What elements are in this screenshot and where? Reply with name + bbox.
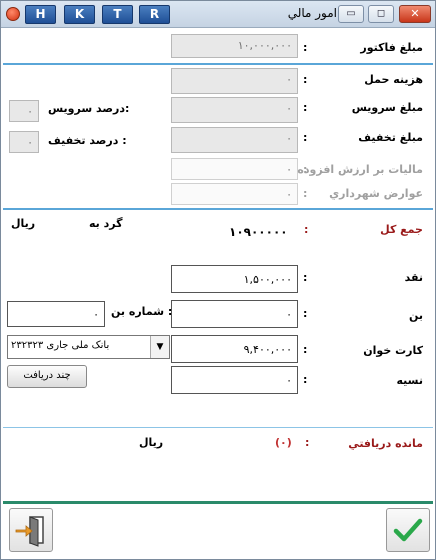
- hotkey-t-button[interactable]: T: [102, 5, 133, 24]
- municipal-fee-label: عوارض شهرداري: [329, 187, 423, 200]
- colon: :: [303, 271, 308, 284]
- hotkey-r-button[interactable]: R: [139, 5, 170, 24]
- exit-button[interactable]: [9, 508, 53, 552]
- maximize-button[interactable]: ◻: [368, 5, 394, 23]
- multi-receive-button[interactable]: چند دريافت: [7, 365, 87, 388]
- remaining-label: مانده دريافتي: [348, 437, 423, 450]
- service-amount-field: ۰: [171, 97, 298, 123]
- hotkey-h-button[interactable]: H: [25, 5, 56, 24]
- colon: :: [303, 41, 308, 54]
- vat-field: ۰: [171, 158, 298, 180]
- colon: :: [303, 73, 308, 86]
- discount-percent-label: درصد تخفيف :: [48, 134, 127, 147]
- colon: :: [305, 436, 310, 449]
- invoice-amount-field: ۱۰,۰۰۰,۰۰۰: [171, 34, 298, 58]
- separator: [3, 501, 433, 504]
- separator: [3, 208, 433, 210]
- voucher-number-label: شماره بن :: [111, 305, 173, 318]
- separator: [3, 63, 433, 65]
- colon: :: [303, 373, 308, 386]
- voucher-number-input[interactable]: ۰: [7, 301, 105, 327]
- service-percent-label: درصد سرويس:: [48, 102, 130, 115]
- voucher-input[interactable]: ۰: [171, 300, 298, 328]
- hotkey-k-button[interactable]: K: [64, 5, 95, 24]
- discount-percent-field: ۰: [9, 131, 39, 153]
- credit-label: نسيه: [396, 374, 424, 387]
- close-button[interactable]: ✕: [399, 5, 431, 23]
- colon: :: [303, 343, 308, 356]
- discount-amount-label: مبلغ تخفيف: [358, 131, 423, 144]
- total-value: ۱۰۹۰۰۰۰۰: [229, 225, 288, 239]
- remaining-value: (۰): [275, 436, 292, 449]
- discount-amount-field: ۰: [171, 127, 298, 153]
- card-reader-input[interactable]: ۹,۴۰۰,۰۰۰: [171, 335, 298, 363]
- total-currency: ريال: [11, 217, 36, 230]
- service-amount-label: مبلغ سرويس: [351, 101, 423, 114]
- colon: :: [304, 223, 309, 236]
- credit-input[interactable]: ۰: [171, 366, 298, 394]
- bank-account-select[interactable]: بانک ملی جاری ۲۳۲۳۲۳ ▼: [7, 335, 170, 359]
- colon: :: [303, 101, 308, 114]
- invoice-amount-label: مبلغ فاکتور: [360, 41, 423, 54]
- minimize-button[interactable]: ▭: [338, 5, 364, 23]
- service-percent-field: ۰: [9, 100, 39, 122]
- voucher-label: بن: [408, 309, 423, 322]
- colon: :: [303, 187, 308, 200]
- card-reader-label: کارت خوان: [363, 344, 423, 357]
- colon: :: [303, 307, 308, 320]
- colon: :: [303, 131, 308, 144]
- app-orb-icon[interactable]: [6, 7, 20, 21]
- cash-input[interactable]: ۱,۵۰۰,۰۰۰: [171, 265, 298, 293]
- confirm-button[interactable]: [386, 508, 430, 552]
- vat-label: ماليات بر ارزش افزوده: [297, 163, 423, 176]
- bank-account-value: بانک ملی جاری ۲۳۲۳۲۳: [11, 340, 110, 351]
- remaining-currency: ريال: [139, 436, 164, 449]
- municipal-fee-field: ۰: [171, 183, 298, 205]
- shipping-cost-field: ۰: [171, 68, 298, 94]
- shipping-cost-label: هزينه حمل: [364, 73, 423, 86]
- chevron-down-icon[interactable]: ▼: [150, 336, 169, 358]
- title-bar: H K T R امور مالي ▭ ◻ ✕: [1, 1, 435, 28]
- total-label: جمع کل: [380, 223, 423, 236]
- cash-label: نقد: [404, 271, 423, 284]
- checkmark-icon: [393, 518, 423, 542]
- window-title: امور مالي: [287, 6, 337, 20]
- finance-window: H K T R امور مالي ▭ ◻ ✕ ۱۰,۰۰۰,۰۰۰ : مبل…: [0, 0, 436, 560]
- separator: [3, 427, 433, 428]
- round-label: گرد به: [89, 217, 123, 230]
- exit-door-icon: [15, 516, 44, 547]
